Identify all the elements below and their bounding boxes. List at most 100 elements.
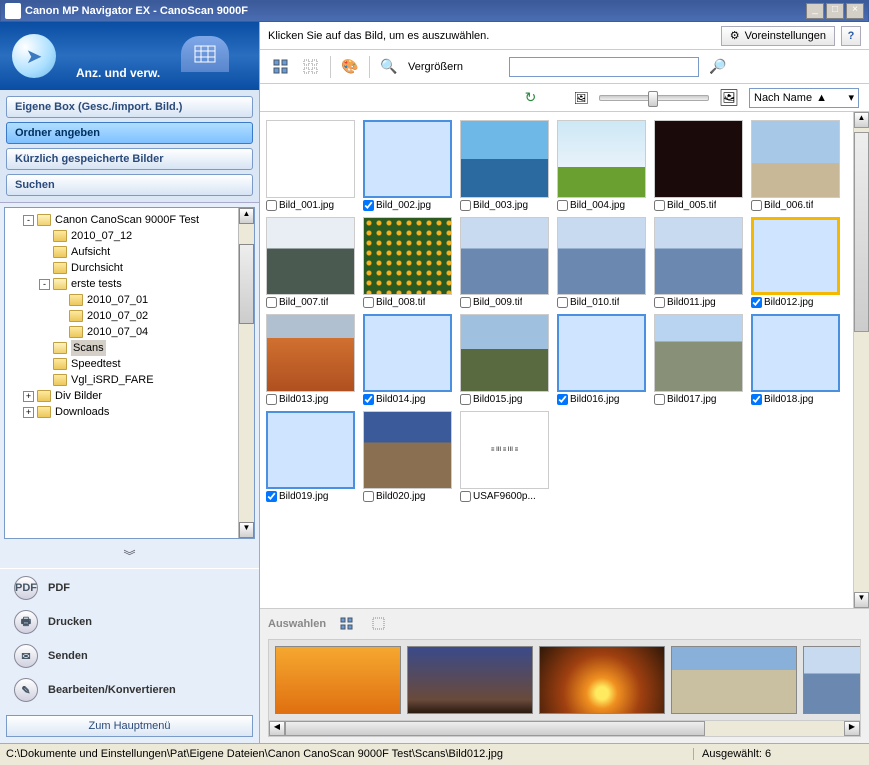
thumbnail-checkbox[interactable] [363,200,374,211]
thumbnail-cell[interactable]: Bild017.jpg [654,314,743,405]
tree-node[interactable]: 2010_07_04 [7,324,252,340]
tree-node[interactable]: -erste tests [7,276,252,292]
thumbnail-image[interactable] [460,120,549,198]
scroll-down-button[interactable]: ▼ [239,522,254,538]
sort-dropdown[interactable]: Nach Name ▲ ▾ [749,88,859,108]
scroll-down-button[interactable]: ▼ [854,592,869,608]
thumbnail-checkbox[interactable] [654,297,665,308]
maximize-button[interactable]: □ [826,3,844,19]
tree-node[interactable]: Scans [7,340,252,356]
tree-node[interactable]: Aufsicht [7,244,252,260]
thumbnail-cell[interactable]: Bild012.jpg [751,217,840,308]
thumbnail-cell[interactable]: Bild015.jpg [460,314,549,405]
deselect-all-button[interactable] [300,56,322,78]
search-input[interactable] [509,57,699,77]
minimize-button[interactable]: _ [806,3,824,19]
scroll-up-button[interactable]: ▲ [239,208,254,224]
category-button[interactable]: 🎨 [339,56,361,78]
grid-scrollbar[interactable]: ▲ ▼ [853,112,869,608]
thumbnail-cell[interactable]: Bild013.jpg [266,314,355,405]
action-send[interactable]: ✉Senden [14,643,245,669]
tree-expander[interactable]: + [23,407,34,418]
strip-thumbnail[interactable] [803,646,861,714]
thumbnail-checkbox[interactable] [266,297,277,308]
main-menu-button[interactable]: Zum Hauptmenü [6,715,253,737]
thumbnail-checkbox[interactable] [266,394,277,405]
thumbnail-image[interactable] [266,411,355,489]
thumbnail-cell[interactable]: Bild018.jpg [751,314,840,405]
tree-node[interactable]: Durchsicht [7,260,252,276]
thumbnail-image[interactable] [654,217,743,295]
strip-deselect-button[interactable] [368,613,390,635]
preferences-button[interactable]: ⚙ Voreinstellungen [721,26,835,46]
action-print[interactable]: 🖶Drucken [14,609,245,635]
search-button[interactable]: 🔎 [707,56,729,78]
thumbnail-checkbox[interactable] [460,200,471,211]
select-all-button[interactable] [270,56,292,78]
thumbnail-image[interactable] [557,314,646,392]
thumbnail-checkbox[interactable] [751,297,762,308]
thumbnail-image[interactable] [363,217,452,295]
tree-node[interactable]: +Downloads [7,404,252,420]
thumbnail-checkbox[interactable] [654,200,665,211]
tree-expander[interactable]: + [23,391,34,402]
tree-node[interactable]: 2010_07_01 [7,292,252,308]
thumbnail-checkbox[interactable] [654,394,665,405]
thumbnail-checkbox[interactable] [363,394,374,405]
thumbnail-image[interactable] [266,120,355,198]
scroll-up-button[interactable]: ▲ [854,112,869,128]
thumbnail-image[interactable] [751,314,840,392]
thumbnail-cell[interactable]: Bild_001.jpg [266,120,355,211]
thumbnail-checkbox[interactable] [557,394,568,405]
thumbnail-cell[interactable]: Bild011.jpg [654,217,743,308]
thumbnail-cell[interactable]: Bild_004.jpg [557,120,646,211]
thumbnail-checkbox[interactable] [460,297,471,308]
thumbnail-image[interactable] [363,120,452,198]
refresh-button[interactable]: ↻ [519,87,541,109]
scroll-left-button[interactable]: ◀ [269,721,285,736]
thumbnail-image[interactable] [460,314,549,392]
thumbnail-cell[interactable]: Bild014.jpg [363,314,452,405]
banner-tab-button[interactable] [181,36,229,72]
tree-node[interactable]: 2010_07_02 [7,308,252,324]
thumbnail-image[interactable] [654,120,743,198]
tree-scrollbar[interactable]: ▲ ▼ [238,208,254,538]
zoom-button[interactable]: 🔍 [378,56,400,78]
thumbnail-cell[interactable]: Bild020.jpg [363,411,452,502]
thumbnail-image[interactable] [751,120,840,198]
close-button[interactable]: × [846,3,864,19]
tree-expander[interactable]: - [39,279,50,290]
thumbnail-image[interactable] [266,217,355,295]
scroll-thumb[interactable] [854,132,869,332]
scroll-thumb[interactable] [239,244,254,324]
thumbnail-checkbox[interactable] [363,491,374,502]
strip-scrollbar[interactable]: ◀ ▶ [268,721,861,737]
scroll-thumb[interactable] [285,721,705,736]
thumbnail-checkbox[interactable] [460,491,471,502]
tree-node[interactable]: -Canon CanoScan 9000F Test [7,212,252,228]
thumbnail-image[interactable] [751,217,840,295]
thumbnail-cell[interactable]: Bild_002.jpg [363,120,452,211]
action-edit[interactable]: ✎Bearbeiten/Konvertieren [14,677,245,703]
strip-thumbnail[interactable] [539,646,665,714]
thumbnail-checkbox[interactable] [557,297,568,308]
thumbnail-image[interactable] [266,314,355,392]
strip-select-all-button[interactable] [336,613,358,635]
nav-recent[interactable]: Kürzlich gespeicherte Bilder [6,148,253,170]
thumbnail-image[interactable] [363,314,452,392]
thumbnail-cell[interactable]: Bild_010.tif [557,217,646,308]
thumbnail-image[interactable] [460,217,549,295]
thumbnail-cell[interactable]: ≡ III ≡ III ≡USAF9600p... [460,411,549,502]
tree-node[interactable]: Vgl_iSRD_FARE [7,372,252,388]
thumbnail-size-slider[interactable] [599,95,709,101]
nav-own-box[interactable]: Eigene Box (Gesc./import. Bild.) [6,96,253,118]
action-pdf[interactable]: PDFPDF [14,575,245,601]
thumbnail-cell[interactable]: Bild_003.jpg [460,120,549,211]
strip-thumbnail[interactable] [671,646,797,714]
thumbnail-checkbox[interactable] [460,394,471,405]
thumbnail-image[interactable]: ≡ III ≡ III ≡ [460,411,549,489]
thumbnail-image[interactable] [557,120,646,198]
tree-node[interactable]: +Div Bilder [7,388,252,404]
nav-specify-folder[interactable]: Ordner angeben [6,122,253,144]
help-button[interactable]: ? [841,26,861,46]
